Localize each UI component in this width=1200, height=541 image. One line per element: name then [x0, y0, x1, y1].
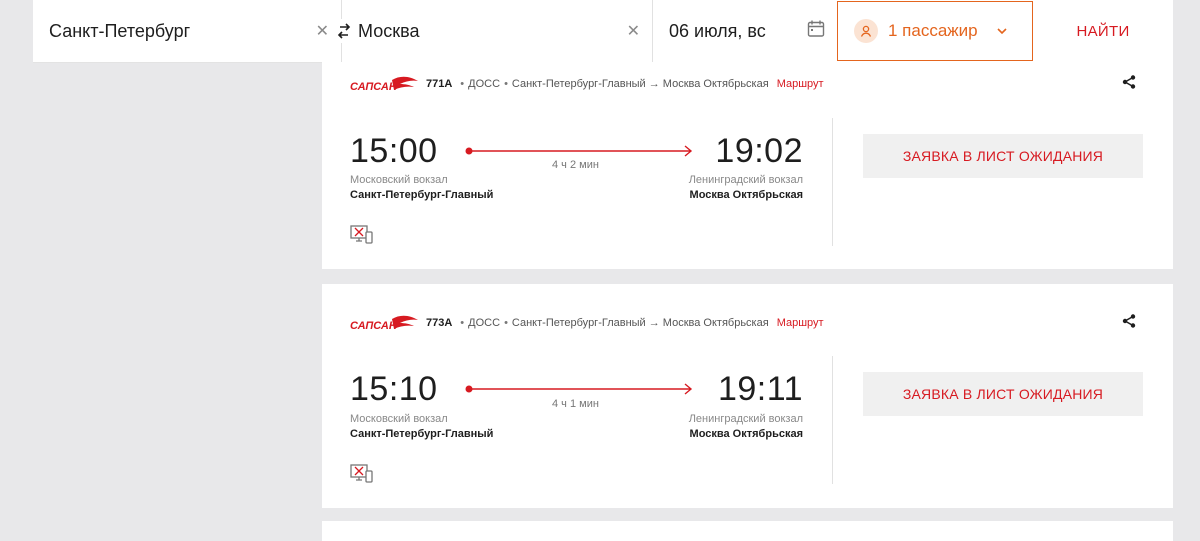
departure-city: Санкт-Петербург-Главный — [350, 189, 494, 201]
to-field[interactable]: Москва ✕ — [334, 0, 653, 62]
waitlist-button[interactable]: ЗАЯВКА В ЛИСТ ОЖИДАНИЯ — [863, 372, 1143, 416]
arrival-time: 19:11 — [717, 370, 803, 408]
share-icon[interactable] — [1121, 313, 1137, 334]
train-card: САПСАН 771А • ДОСС • Санкт-Петербург-Гла… — [322, 62, 1173, 269]
from-field[interactable]: Санкт-Петербург ✕ — [33, 0, 342, 62]
route-link[interactable]: Маршрут — [777, 317, 824, 329]
find-button[interactable]: НАЙТИ — [1033, 0, 1173, 62]
train-number: 773А — [426, 317, 453, 329]
no-eregistration-icon — [350, 225, 374, 250]
arrival-city: Москва Октябрьская — [689, 189, 803, 201]
person-icon — [854, 19, 878, 43]
divider — [832, 118, 833, 246]
departure-station: Московский вокзал — [350, 174, 448, 186]
share-icon[interactable] — [1121, 74, 1137, 95]
route-arrow — [465, 145, 693, 157]
carrier: ДОСС — [468, 317, 501, 329]
passengers-label: 1 пассажир — [888, 21, 978, 40]
arrival-station: Ленинградский вокзал — [688, 413, 803, 425]
swap-icon[interactable] — [334, 19, 354, 43]
divider — [832, 356, 833, 484]
trip-duration: 4 ч 2 мин — [552, 159, 599, 171]
clear-to-icon[interactable]: ✕ — [627, 21, 640, 41]
route-text: Санкт-Петербург-Главный → Москва Октябрь… — [511, 78, 769, 90]
sapsan-logo: САПСАН — [350, 76, 418, 93]
trip-duration: 4 ч 1 мин — [552, 398, 599, 410]
arrival-city: Москва Октябрьская — [689, 428, 803, 440]
carrier: ДОСС — [468, 78, 501, 90]
svg-text:САПСАН: САПСАН — [350, 81, 398, 93]
departure-city: Санкт-Петербург-Главный — [350, 428, 494, 440]
sapsan-logo: САПСАН — [350, 315, 418, 332]
train-card-partial — [322, 521, 1173, 541]
calendar-icon[interactable] — [807, 20, 825, 43]
search-bar: Санкт-Петербург ✕ Москва ✕ 06 июля, вс 1… — [33, 0, 1173, 62]
date-value[interactable]: 06 июля, вс — [653, 21, 766, 42]
arrival-station: Ленинградский вокзал — [688, 174, 803, 186]
train-header: САПСАН 771А • ДОСС • Санкт-Петербург-Гла… — [350, 74, 824, 94]
arrival-time: 19:02 — [715, 132, 803, 170]
departure-time: 15:00 — [350, 132, 438, 170]
passengers-dropdown[interactable]: 1 пассажир — [837, 1, 1033, 61]
train-card: САПСАН 773А • ДОСС • Санкт-Петербург-Гла… — [322, 284, 1173, 508]
departure-time: 15:10 — [350, 370, 438, 408]
date-field[interactable]: 06 июля, вс — [653, 0, 837, 62]
from-value[interactable]: Санкт-Петербург — [33, 21, 190, 42]
chevron-down-icon — [996, 22, 1008, 40]
clear-from-icon[interactable]: ✕ — [316, 21, 329, 41]
train-number: 771А — [426, 78, 453, 90]
route-arrow — [465, 383, 693, 395]
svg-text:САПСАН: САПСАН — [350, 320, 398, 332]
departure-station: Московский вокзал — [350, 413, 448, 425]
route-text: Санкт-Петербург-Главный → Москва Октябрь… — [511, 317, 769, 329]
no-eregistration-icon — [350, 464, 374, 489]
train-header: САПСАН 773А • ДОСС • Санкт-Петербург-Гла… — [350, 313, 824, 333]
route-link[interactable]: Маршрут — [777, 78, 824, 90]
waitlist-button[interactable]: ЗАЯВКА В ЛИСТ ОЖИДАНИЯ — [863, 134, 1143, 178]
